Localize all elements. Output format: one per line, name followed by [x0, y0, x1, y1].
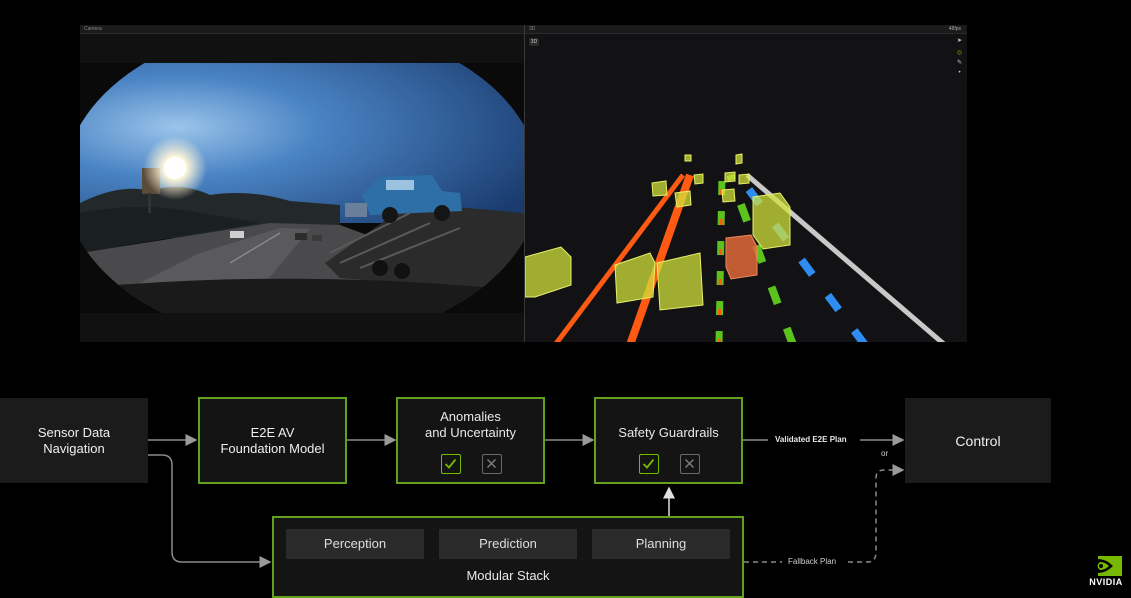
nvidia-logo: NVIDIA — [1086, 555, 1126, 589]
nvidia-wordmark: NVIDIA — [1089, 577, 1123, 587]
nvidia-eye-icon — [1093, 556, 1122, 576]
modular-stack-node: Perception Prediction Planning Modular S… — [272, 516, 744, 598]
perception-block: Perception — [286, 529, 424, 559]
validated-e2e-plan-label: Validated E2E Plan — [775, 435, 847, 444]
anomalies-uncertainty-label: Anomalies and Uncertainty — [424, 409, 517, 440]
check-icon — [639, 454, 659, 474]
cross-icon — [680, 454, 700, 474]
safety-guardrails-label: Safety Guardrails — [618, 425, 719, 440]
control-label: Control — [955, 432, 1001, 449]
e2e-foundation-model-label: E2E AV Foundation Model — [220, 424, 325, 456]
safety-guardrails-node: Safety Guardrails — [594, 397, 743, 484]
planning-block: Planning — [592, 529, 730, 559]
e2e-foundation-model-node: E2E AV Foundation Model — [198, 397, 347, 484]
control-node: Control — [905, 398, 1051, 483]
check-icon — [441, 454, 461, 474]
or-label: or — [881, 449, 889, 458]
edge-fallback-to-control — [848, 464, 905, 563]
diagram-connectors — [148, 434, 905, 568]
sensor-data-navigation-node: Sensor Data Navigation — [0, 398, 148, 483]
modular-stack-label: Modular Stack — [466, 568, 550, 583]
fallback-plan-label: Fallback Plan — [788, 557, 837, 566]
cross-icon — [482, 454, 502, 474]
sensor-data-navigation-label: Sensor Data Navigation — [37, 424, 111, 456]
prediction-block: Prediction — [439, 529, 577, 559]
anomalies-uncertainty-node: Anomalies and Uncertainty — [396, 397, 545, 484]
